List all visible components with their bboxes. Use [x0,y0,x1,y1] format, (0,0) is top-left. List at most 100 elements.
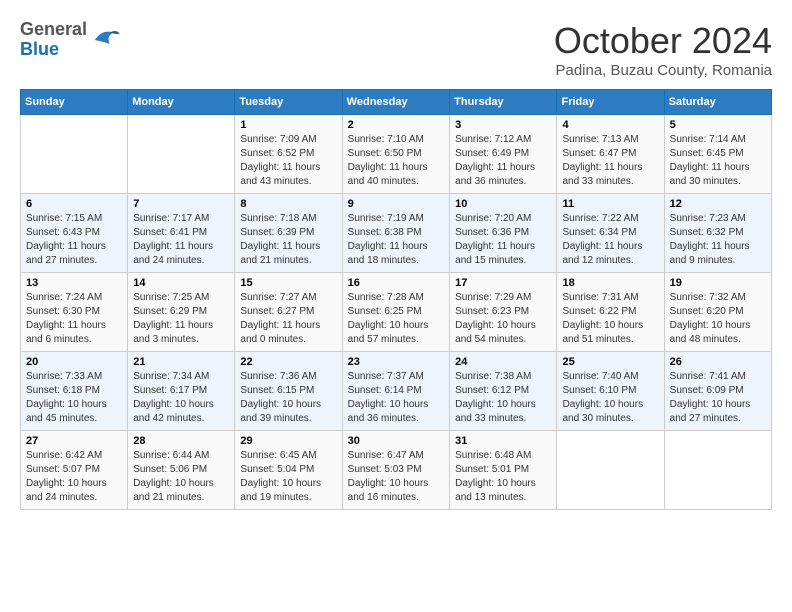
day-number: 15 [240,277,336,289]
calendar-week-5: 27 Sunrise: 6:42 AM Sunset: 5:07 PM Dayli… [21,431,772,510]
calendar-cell: 14 Sunrise: 7:25 AM Sunset: 6:29 PM Dayli… [128,273,235,352]
day-info: Sunrise: 7:29 AM Sunset: 6:23 PM Dayligh… [455,291,551,347]
day-info: Sunrise: 7:14 AM Sunset: 6:45 PM Dayligh… [670,133,766,189]
day-number: 22 [240,356,336,368]
day-number: 13 [26,277,122,289]
day-number: 24 [455,356,551,368]
calendar-cell: 12 Sunrise: 7:23 AM Sunset: 6:32 PM Dayli… [664,194,771,273]
day-info: Sunrise: 7:41 AM Sunset: 6:09 PM Dayligh… [670,370,766,426]
day-info: Sunrise: 7:28 AM Sunset: 6:25 PM Dayligh… [348,291,444,347]
calendar-cell: 29Sunrise: 6:45 AM Sunset: 5:04 PM Dayli… [235,431,342,510]
day-info: Sunrise: 7:25 AM Sunset: 6:29 PM Dayligh… [133,291,229,347]
calendar-cell [128,115,235,194]
calendar-week-4: 20Sunrise: 7:33 AM Sunset: 6:18 PM Dayli… [21,352,772,431]
calendar-cell [21,115,128,194]
day-number: 5 [670,119,766,131]
day-number: 14 [133,277,229,289]
calendar-cell: 11 Sunrise: 7:22 AM Sunset: 6:34 PM Dayli… [557,194,664,273]
day-info: Sunrise: 7:31 AM Sunset: 6:22 PM Dayligh… [562,291,658,347]
logo-blue: Blue [20,40,87,60]
day-info: Sunrise: 7:40 AM Sunset: 6:10 PM Dayligh… [562,370,658,426]
day-number: 29 [240,435,336,447]
logo-general: General [20,20,87,40]
day-info: Sunrise: 7:20 AM Sunset: 6:36 PM Dayligh… [455,212,551,268]
day-number: 2 [348,119,444,131]
calendar-cell: 10 Sunrise: 7:20 AM Sunset: 6:36 PM Dayli… [450,194,557,273]
day-info: Sunrise: 7:37 AM Sunset: 6:14 PM Dayligh… [348,370,444,426]
days-of-week-row: SundayMondayTuesdayWednesdayThursdayFrid… [21,90,772,115]
calendar-cell: 13Sunrise: 7:24 AM Sunset: 6:30 PM Dayli… [21,273,128,352]
calendar-cell: 19 Sunrise: 7:32 AM Sunset: 6:20 PM Dayli… [664,273,771,352]
calendar-cell: 20Sunrise: 7:33 AM Sunset: 6:18 PM Dayli… [21,352,128,431]
day-number: 12 [670,198,766,210]
day-info: Sunrise: 6:44 AM Sunset: 5:06 PM Dayligh… [133,449,229,505]
day-info: Sunrise: 7:09 AM Sunset: 6:52 PM Dayligh… [240,133,336,189]
calendar-cell: 27 Sunrise: 6:42 AM Sunset: 5:07 PM Dayli… [21,431,128,510]
day-number: 25 [562,356,658,368]
calendar-week-2: 6Sunrise: 7:15 AM Sunset: 6:43 PM Daylig… [21,194,772,273]
day-number: 20 [26,356,122,368]
day-number: 26 [670,356,766,368]
location-subtitle: Padina, Buzau County, Romania [554,62,772,79]
day-info: Sunrise: 6:47 AM Sunset: 5:03 PM Dayligh… [348,449,444,505]
day-number: 17 [455,277,551,289]
day-info: Sunrise: 7:10 AM Sunset: 6:50 PM Dayligh… [348,133,444,189]
day-number: 3 [455,119,551,131]
calendar-cell: 5 Sunrise: 7:14 AM Sunset: 6:45 PM Daylig… [664,115,771,194]
calendar-cell: 22 Sunrise: 7:36 AM Sunset: 6:15 PM Dayli… [235,352,342,431]
calendar-cell: 30 Sunrise: 6:47 AM Sunset: 5:03 PM Dayli… [342,431,449,510]
day-number: 19 [670,277,766,289]
day-of-week-tuesday: Tuesday [235,90,342,115]
day-number: 9 [348,198,444,210]
calendar-cell: 6Sunrise: 7:15 AM Sunset: 6:43 PM Daylig… [21,194,128,273]
day-info: Sunrise: 7:22 AM Sunset: 6:34 PM Dayligh… [562,212,658,268]
day-number: 30 [348,435,444,447]
day-number: 18 [562,277,658,289]
calendar-cell: 31 Sunrise: 6:48 AM Sunset: 5:01 PM Dayli… [450,431,557,510]
day-info: Sunrise: 7:19 AM Sunset: 6:38 PM Dayligh… [348,212,444,268]
calendar-cell: 2 Sunrise: 7:10 AM Sunset: 6:50 PM Daylig… [342,115,449,194]
day-number: 4 [562,119,658,131]
day-info: Sunrise: 6:42 AM Sunset: 5:07 PM Dayligh… [26,449,122,505]
calendar-cell: 3 Sunrise: 7:12 AM Sunset: 6:49 PM Daylig… [450,115,557,194]
day-number: 27 [26,435,122,447]
calendar-body: 1Sunrise: 7:09 AM Sunset: 6:52 PM Daylig… [21,115,772,510]
logo: General Blue [20,20,121,60]
calendar-cell [557,431,664,510]
day-number: 31 [455,435,551,447]
calendar-week-1: 1Sunrise: 7:09 AM Sunset: 6:52 PM Daylig… [21,115,772,194]
day-number: 10 [455,198,551,210]
calendar-header: SundayMondayTuesdayWednesdayThursdayFrid… [21,90,772,115]
calendar-cell: 4 Sunrise: 7:13 AM Sunset: 6:47 PM Daylig… [557,115,664,194]
day-info: Sunrise: 7:13 AM Sunset: 6:47 PM Dayligh… [562,133,658,189]
day-info: Sunrise: 7:12 AM Sunset: 6:49 PM Dayligh… [455,133,551,189]
day-number: 23 [348,356,444,368]
day-info: Sunrise: 7:23 AM Sunset: 6:32 PM Dayligh… [670,212,766,268]
day-of-week-monday: Monday [128,90,235,115]
day-info: Sunrise: 7:18 AM Sunset: 6:39 PM Dayligh… [240,212,336,268]
day-info: Sunrise: 7:32 AM Sunset: 6:20 PM Dayligh… [670,291,766,347]
calendar-week-3: 13Sunrise: 7:24 AM Sunset: 6:30 PM Dayli… [21,273,772,352]
day-info: Sunrise: 7:27 AM Sunset: 6:27 PM Dayligh… [240,291,336,347]
day-info: Sunrise: 7:36 AM Sunset: 6:15 PM Dayligh… [240,370,336,426]
calendar-cell: 25 Sunrise: 7:40 AM Sunset: 6:10 PM Dayli… [557,352,664,431]
day-number: 21 [133,356,229,368]
calendar-cell: 8Sunrise: 7:18 AM Sunset: 6:39 PM Daylig… [235,194,342,273]
calendar-cell: 23 Sunrise: 7:37 AM Sunset: 6:14 PM Dayli… [342,352,449,431]
day-info: Sunrise: 7:34 AM Sunset: 6:17 PM Dayligh… [133,370,229,426]
day-of-week-wednesday: Wednesday [342,90,449,115]
title-area: October 2024 Padina, Buzau County, Roman… [554,20,772,79]
day-info: Sunrise: 7:17 AM Sunset: 6:41 PM Dayligh… [133,212,229,268]
day-of-week-sunday: Sunday [21,90,128,115]
calendar-cell: 1Sunrise: 7:09 AM Sunset: 6:52 PM Daylig… [235,115,342,194]
calendar-table: SundayMondayTuesdayWednesdayThursdayFrid… [20,89,772,510]
day-of-week-friday: Friday [557,90,664,115]
day-number: 11 [562,198,658,210]
calendar-cell: 28 Sunrise: 6:44 AM Sunset: 5:06 PM Dayli… [128,431,235,510]
day-number: 28 [133,435,229,447]
day-info: Sunrise: 6:48 AM Sunset: 5:01 PM Dayligh… [455,449,551,505]
day-info: Sunrise: 7:38 AM Sunset: 6:12 PM Dayligh… [455,370,551,426]
day-info: Sunrise: 7:15 AM Sunset: 6:43 PM Dayligh… [26,212,122,268]
calendar-cell: 18 Sunrise: 7:31 AM Sunset: 6:22 PM Dayli… [557,273,664,352]
month-title: October 2024 [554,20,772,62]
